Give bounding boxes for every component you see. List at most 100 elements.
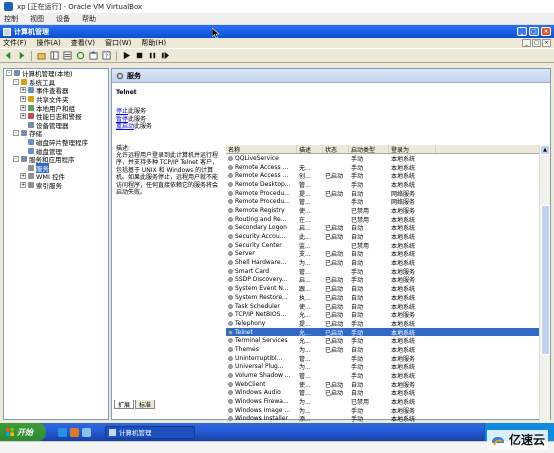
service-logon-as: 本地系统 bbox=[391, 329, 416, 337]
tree-item[interactable]: - 计算机管理(本地) bbox=[4, 69, 108, 78]
menu-window[interactable]: 窗口(W) bbox=[105, 38, 131, 48]
minimize-button[interactable]: _ bbox=[517, 27, 527, 36]
menu-view[interactable]: 查看(V) bbox=[71, 38, 95, 48]
expand-icon[interactable]: + bbox=[20, 87, 26, 94]
export-icon[interactable] bbox=[88, 50, 99, 61]
menu-action[interactable]: 操作(A) bbox=[37, 38, 61, 48]
vb-menu-view[interactable]: 视图 bbox=[30, 14, 44, 24]
scroll-up-arrow-icon[interactable]: ▲ bbox=[540, 145, 550, 155]
tree-item[interactable]: 设备管理器 bbox=[4, 121, 108, 130]
maximize-button[interactable]: □ bbox=[529, 27, 539, 36]
service-name: WebClient bbox=[226, 381, 297, 388]
service-row[interactable]: Remote Registry 使... 已禁用 本地服务 bbox=[226, 206, 550, 215]
column-header-status[interactable]: 状态 bbox=[323, 145, 349, 154]
window-titlebar[interactable]: 计算机管理 _ □ × bbox=[0, 25, 554, 38]
service-row[interactable]: Secondary Logon 启... 已启动 自动 本地系统 bbox=[226, 224, 550, 232]
service-row[interactable]: Windows Image ... 为... 手动 本地服务 bbox=[226, 406, 550, 415]
service-row[interactable]: QQLiveService 手动 本地系统 bbox=[226, 154, 550, 163]
column-header-description[interactable]: 描述 bbox=[297, 145, 323, 154]
collapse-icon[interactable]: - bbox=[13, 78, 19, 85]
stop-service-link[interactable]: 停止 bbox=[116, 108, 128, 115]
tree-spacer bbox=[20, 164, 26, 171]
column-header-startup-type[interactable]: 启动类型 bbox=[349, 145, 389, 154]
service-row[interactable]: Telnet 允... 已启动 手动 本地系统 bbox=[226, 327, 550, 337]
scrollbar-thumb[interactable] bbox=[541, 205, 550, 355]
console-tree-icon[interactable] bbox=[49, 50, 60, 61]
service-row[interactable]: System Event N... 跟... 已启动 自动 本地系统 bbox=[226, 284, 550, 293]
expand-icon[interactable]: + bbox=[20, 113, 26, 120]
restart-icon[interactable] bbox=[160, 50, 171, 61]
service-row[interactable]: Windows Firewa... 为... 已禁用 本地系统 bbox=[226, 397, 550, 406]
service-row[interactable]: Telephony 提... 已启动 手动 本地系统 bbox=[226, 319, 550, 328]
up-icon[interactable] bbox=[36, 50, 47, 61]
start-button[interactable]: 开始 bbox=[0, 423, 46, 441]
vb-menu-devices[interactable]: 设备 bbox=[56, 14, 70, 24]
back-icon[interactable] bbox=[3, 50, 14, 61]
service-row[interactable]: System Restore... 执... 已启动 自动 本地系统 bbox=[226, 293, 550, 302]
service-row[interactable]: Remote Desktop... 管... 手动 本地系统 bbox=[226, 180, 550, 189]
child-minimize-button[interactable]: _ bbox=[522, 39, 531, 47]
column-header-logon-as[interactable]: 登录为 bbox=[389, 145, 436, 154]
child-restore-button[interactable]: □ bbox=[532, 39, 541, 47]
service-row[interactable]: Windows Installer 添... 手动 本地系统 bbox=[226, 415, 550, 423]
service-row[interactable]: Shell Hardware... 为... 已启动 自动 本地系统 bbox=[226, 258, 550, 267]
service-row[interactable]: Universal Plug... 为... 手动 本地系统 bbox=[226, 363, 550, 371]
service-startup-type: 手动 bbox=[351, 329, 364, 337]
expand-icon[interactable]: + bbox=[20, 96, 26, 103]
properties-icon[interactable] bbox=[62, 50, 73, 61]
tab-standard[interactable]: 标准 bbox=[135, 400, 156, 409]
vertical-scrollbar[interactable]: ▲ ▼ bbox=[539, 145, 551, 451]
service-row[interactable]: Uninterruptibl... 管... 手动 本地服务 bbox=[226, 354, 550, 363]
refresh-icon[interactable] bbox=[75, 50, 86, 61]
taskbar-button-computer-management[interactable]: 计算机管理 bbox=[105, 425, 195, 439]
restart-service-link[interactable]: 重启动 bbox=[116, 123, 134, 130]
close-button[interactable]: × bbox=[541, 27, 551, 36]
service-row[interactable]: Remote Procedu... 管... 手动 网络服务 bbox=[226, 197, 550, 206]
forward-icon[interactable] bbox=[16, 50, 27, 61]
pause-icon[interactable] bbox=[147, 50, 158, 61]
service-row[interactable]: Volume Shadow ... 管... 手动 本地系统 bbox=[226, 371, 550, 380]
vb-menu-control[interactable]: 控制 bbox=[4, 14, 18, 24]
service-row[interactable]: Routing and Re... 在... 已禁用 本地系统 bbox=[226, 215, 550, 224]
start-icon[interactable] bbox=[121, 50, 132, 61]
expand-icon[interactable]: + bbox=[20, 182, 26, 189]
service-status: 已启动 bbox=[325, 294, 344, 302]
service-name-text: Task Scheduler bbox=[235, 302, 280, 310]
media-player-icon[interactable] bbox=[70, 427, 79, 437]
service-row[interactable]: Windows Audio 管... 已启动 自动 本地系统 bbox=[226, 389, 550, 397]
collapse-icon[interactable]: - bbox=[6, 70, 12, 77]
tab-extended[interactable]: 扩展 bbox=[114, 400, 135, 409]
service-row[interactable]: TCP/IP NetBIOS... 允... 已启动 自动 本地服务 bbox=[226, 310, 550, 319]
tree-item[interactable]: + 索引服务 bbox=[4, 181, 108, 190]
collapse-icon[interactable]: - bbox=[13, 130, 19, 137]
tree-item[interactable]: - 服务和应用程序 bbox=[4, 155, 108, 164]
show-desktop-icon[interactable] bbox=[82, 427, 91, 437]
service-row[interactable]: Themes 为... 已启动 自动 本地系统 bbox=[226, 345, 550, 354]
service-name-text: Remote Access ... bbox=[235, 163, 289, 171]
help-icon[interactable]: ? bbox=[101, 50, 112, 61]
service-row[interactable]: Security Accou... 此... 已启动 自动 本地系统 bbox=[226, 232, 550, 241]
service-startup-type: 手动 bbox=[351, 181, 364, 189]
service-row[interactable]: Server 支... 已启动 自动 本地系统 bbox=[226, 250, 550, 258]
child-close-button[interactable]: × bbox=[542, 39, 551, 47]
service-row[interactable]: Smart Card 管... 手动 本地服务 bbox=[226, 267, 550, 276]
menu-help[interactable]: 帮助(H) bbox=[141, 38, 166, 48]
menu-file[interactable]: 文件(F) bbox=[3, 38, 27, 48]
column-header-name[interactable]: 名称 bbox=[226, 145, 297, 154]
browser-icon[interactable] bbox=[58, 427, 67, 437]
collapse-icon[interactable]: - bbox=[13, 156, 19, 163]
service-row[interactable]: SSDP Discovery... 启... 已启动 手动 本地服务 bbox=[226, 276, 550, 284]
service-row[interactable]: Security Center 监... 已禁用 本地系统 bbox=[226, 241, 550, 250]
service-row[interactable]: Task Scheduler 使... 已启动 自动 本地系统 bbox=[226, 302, 550, 311]
service-row[interactable]: Remote Access ... 创... 已启动 手动 本地系统 bbox=[226, 171, 550, 180]
service-row[interactable]: WebClient 使... 已启动 自动 本地服务 bbox=[226, 380, 550, 389]
service-row[interactable]: Remote Access ... 无... 手动 本地系统 bbox=[226, 163, 550, 172]
pause-service-link[interactable]: 暂停 bbox=[116, 116, 128, 123]
service-name: Volume Shadow ... bbox=[226, 372, 297, 379]
service-row[interactable]: Remote Procedu... 提... 已启动 自动 网络服务 bbox=[226, 189, 550, 198]
service-row[interactable]: Terminal Services 允... 已启动 手动 本地系统 bbox=[226, 336, 550, 345]
expand-icon[interactable]: + bbox=[20, 104, 26, 111]
expand-icon[interactable]: + bbox=[20, 173, 26, 180]
stop-icon[interactable] bbox=[134, 50, 145, 61]
vb-menu-help[interactable]: 帮助 bbox=[82, 14, 96, 24]
